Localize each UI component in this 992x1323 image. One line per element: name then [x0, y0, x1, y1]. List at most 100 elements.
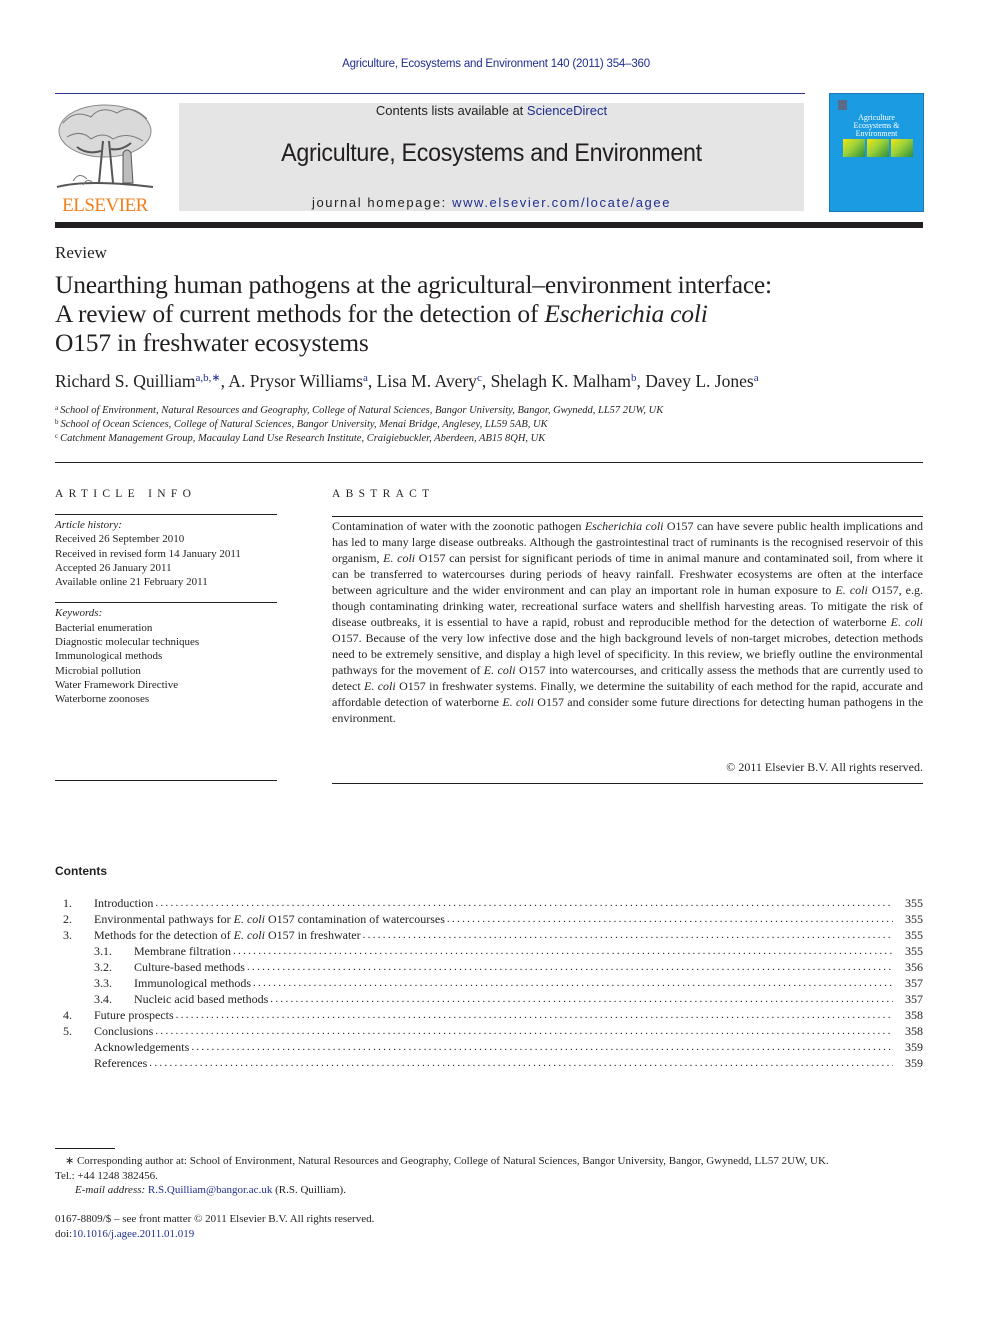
journal-homepage-line: journal homepage: www.elsevier.com/locat… — [179, 195, 804, 210]
article-title: Unearthing human pathogens at the agricu… — [55, 270, 915, 357]
history-item: Received 26 September 2010 — [55, 533, 185, 546]
toc-entry[interactable]: 3.1. Membrane filtration.................… — [55, 944, 923, 960]
toc-entry-title[interactable]: Nucleic acid based methods — [134, 992, 268, 1008]
toc-leader-dots: ........................................… — [175, 1009, 893, 1021]
toc-entry-title-wrap: Immunological methods...................… — [134, 976, 923, 992]
keywords-rule — [55, 602, 277, 604]
toc-entry-title[interactable]: Acknowledgements — [94, 1040, 189, 1056]
species-name: E. coli — [233, 928, 265, 942]
cover-publisher-mark-icon — [838, 100, 847, 110]
toc-entry-number — [55, 1056, 94, 1072]
corresponding-author-note: ∗ Corresponding author at: School of Env… — [65, 1155, 829, 1167]
toc-entry[interactable]: References..............................… — [55, 1056, 923, 1072]
toc-entry[interactable]: 3.4. Nucleic acid based methods..........… — [55, 992, 923, 1008]
toc-entry-number — [55, 1040, 94, 1056]
journal-cover-thumbnail[interactable]: Agriculture Ecosystems & Environment — [829, 93, 924, 212]
author-name[interactable]: A. Prysor Williams — [228, 371, 363, 391]
species-name: Escherichia coli — [584, 519, 664, 533]
toc-title-text: Future prospects — [94, 1008, 174, 1022]
journal-reference-link[interactable]: Agriculture, Ecosystems and Environment … — [0, 58, 992, 70]
toc-leader-dots: ........................................… — [446, 913, 893, 925]
toc-entry-title[interactable]: Introduction — [94, 896, 153, 912]
toc-entry-title[interactable]: References — [94, 1056, 147, 1072]
toc-entry-title-wrap: References..............................… — [94, 1056, 923, 1072]
species-name: E. coli — [502, 695, 534, 709]
keyword-item: Microbial pollution — [55, 664, 141, 677]
toc-entry-title[interactable]: Membrane filtration — [134, 944, 231, 960]
toc-title-text: Membrane filtration — [134, 944, 231, 958]
toc-page-number: 355 — [905, 928, 923, 942]
toc-title-text: Methods for the detection of — [94, 928, 234, 942]
toc-entry-title[interactable]: Conclusions — [94, 1024, 153, 1040]
toc-entry[interactable]: 5. Conclusions...........................… — [55, 1024, 923, 1040]
toc-page-number: 359 — [905, 1040, 923, 1054]
toc-entry-number: 3.4. — [94, 992, 112, 1006]
toc-entry[interactable]: 3. Methods for the detection of E. coli O… — [55, 928, 923, 944]
species-name: E. coli — [233, 912, 265, 926]
toc-entry-number: 3.1. — [94, 944, 112, 958]
elsevier-wordmark: ELSEVIER — [62, 195, 148, 216]
journal-banner: Contents lists available at ScienceDirec… — [179, 103, 804, 211]
title-species-name: Escherichia coli — [544, 299, 708, 328]
title-text: A review of current methods for the dete… — [55, 299, 545, 328]
toc-entry-title[interactable]: Culture-based methods — [134, 960, 245, 976]
toc-entry-title-wrap: Acknowledgements........................… — [94, 1040, 923, 1056]
affiliation-key: c — [55, 432, 59, 440]
cover-landscape-image — [843, 139, 865, 157]
toc-entry-number: 2. — [63, 912, 72, 926]
author-separator: , — [636, 371, 646, 391]
affiliation-key: b — [55, 418, 59, 426]
author-name[interactable]: Richard S. Quilliam — [55, 371, 195, 391]
article-type: Review — [55, 243, 107, 262]
toc-page-number: 357 — [905, 992, 923, 1006]
email-link[interactable]: R.S.Quilliam@bangor.ac.uk — [148, 1184, 272, 1196]
keyword-item: Immunological methods — [55, 650, 163, 663]
header-divider — [55, 222, 923, 228]
toc-entry[interactable]: 2. Environmental pathways for E. coli O15… — [55, 912, 923, 928]
toc-title-text: Immunological methods — [134, 976, 251, 990]
journal-name: Agriculture, Ecosystems and Environment — [281, 139, 702, 167]
toc-entry-title[interactable]: Environmental pathways for E. coli O157 … — [94, 912, 445, 928]
toc-entry[interactable]: Acknowledgements........................… — [55, 1040, 923, 1056]
toc-leader-dots: ........................................… — [246, 961, 893, 973]
abstract-rule — [332, 516, 923, 517]
history-item: Received in revised form 14 January 2011 — [55, 547, 241, 560]
toc-title-text: Introduction — [94, 896, 154, 910]
toc-entry-number: 3.3. — [94, 976, 112, 990]
toc-leader-dots: ........................................… — [149, 1057, 893, 1069]
author-name[interactable]: Shelagh K. Malham — [491, 371, 631, 391]
elsevier-logo[interactable]: ELSEVIER — [53, 101, 157, 217]
sciencedirect-link[interactable]: ScienceDirect — [527, 103, 607, 118]
author-affiliation-link[interactable]: a,b,∗ — [195, 372, 220, 384]
toc-entry[interactable]: 3.3. Immunological methods...............… — [55, 976, 923, 992]
toc-leader-dots: ........................................… — [155, 897, 893, 909]
species-name: E. coli — [835, 583, 868, 597]
toc-leader-dots: ........................................… — [191, 1041, 893, 1053]
toc-entry[interactable]: 3.2. Culture-based methods...............… — [55, 960, 923, 976]
toc-page-number: 355 — [905, 896, 923, 910]
journal-homepage-link[interactable]: www.elsevier.com/locate/agee — [452, 195, 671, 210]
toc-entry[interactable]: 4. Future prospects......................… — [55, 1008, 923, 1024]
toc-entry-title[interactable]: Methods for the detection of E. coli O15… — [94, 928, 361, 944]
toc-entry[interactable]: 1. Introduction..........................… — [55, 896, 923, 912]
affiliation-b: b School of Ocean Sciences, College of Na… — [55, 418, 548, 430]
email-label: E-mail address: — [75, 1184, 148, 1196]
toc-entry-title-wrap: Introduction............................… — [94, 896, 923, 912]
doi-link[interactable]: 10.1016/j.agee.2011.01.019 — [72, 1228, 194, 1240]
author-affiliation-link[interactable]: a — [754, 372, 759, 384]
header-top-rule — [55, 93, 805, 94]
toc-entry-number: 4. — [63, 1008, 72, 1022]
toc-title-text: Acknowledgements — [94, 1040, 190, 1054]
toc-leader-dots: ........................................… — [232, 945, 893, 957]
toc-entry-number: 3. — [63, 928, 72, 942]
cover-landscape-image — [867, 139, 889, 157]
toc-entry-title-wrap: Culture-based methods...................… — [134, 960, 923, 976]
affiliation-text: Catchment Management Group, Macaulay Lan… — [60, 433, 546, 444]
toc-entry-title[interactable]: Immunological methods — [134, 976, 251, 992]
contents-available-line: Contents lists available at ScienceDirec… — [179, 103, 804, 118]
affiliation-text: School of Environment, Natural Resources… — [60, 405, 664, 416]
author-name[interactable]: Lisa M. Avery — [377, 371, 477, 391]
toc-entry-title[interactable]: Future prospects — [94, 1008, 174, 1024]
abstract-heading: ABSTRACT — [332, 488, 435, 500]
author-name[interactable]: Davey L. Jones — [645, 371, 753, 391]
